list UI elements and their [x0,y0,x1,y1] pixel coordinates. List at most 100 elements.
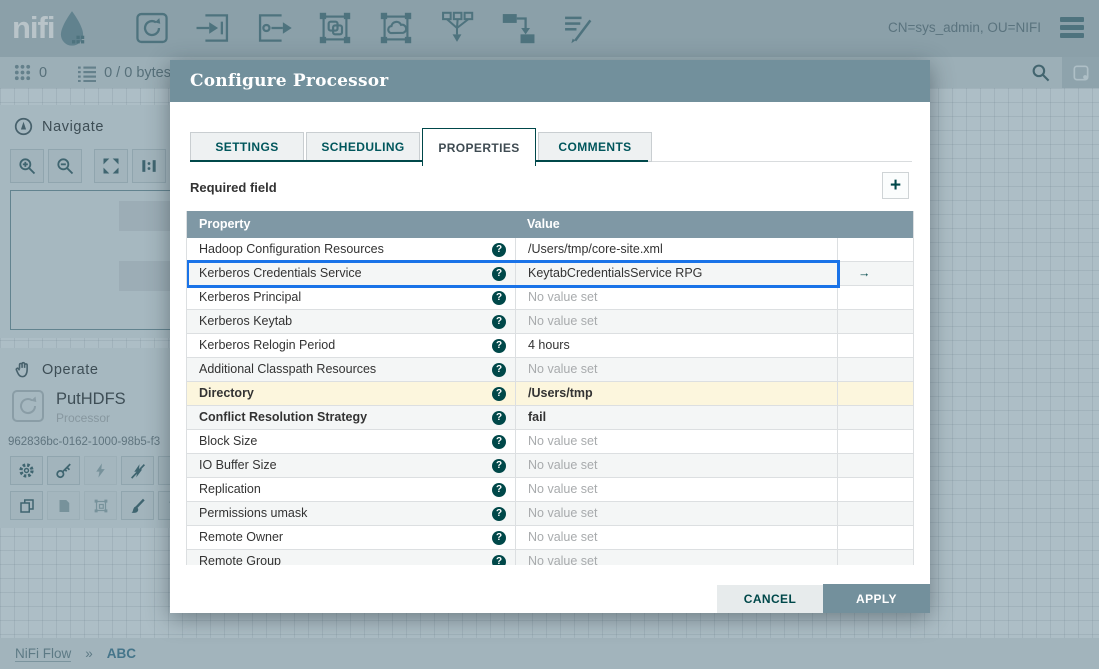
help-icon[interactable]: ? [492,411,506,425]
minimap-component [119,261,170,291]
property-row[interactable]: Remote Owner ? No value set → [187,526,913,550]
funnel-icon[interactable] [438,9,476,47]
template-icon[interactable] [499,9,537,47]
property-value[interactable]: No value set [528,530,597,544]
help-icon[interactable]: ? [492,315,506,329]
global-menu-icon[interactable] [1060,17,1084,41]
zoom-actual-button[interactable] [132,149,166,183]
copy-button[interactable] [10,491,43,520]
delete-button[interactable] [158,491,170,520]
copy-icon [18,497,36,515]
start-button[interactable] [158,456,170,485]
help-icon[interactable]: ? [492,507,506,521]
property-value[interactable]: No value set [528,362,597,376]
property-value[interactable]: 4 hours [528,338,570,352]
help-icon[interactable]: ? [492,435,506,449]
tab-settings[interactable]: SETTINGS [190,132,304,162]
property-row[interactable]: Replication ? No value set → [187,478,913,502]
property-row[interactable]: Remote Group ? No value set → [187,550,913,565]
property-row[interactable]: Additional Classpath Resources ? No valu… [187,358,913,382]
lightning-icon [92,462,109,479]
help-icon[interactable]: ? [492,459,506,473]
property-name: Block Size [199,430,257,453]
property-value[interactable]: No value set [528,290,597,304]
current-user: CN=sys_admin, OU=NIFI [888,20,1041,35]
property-value[interactable]: fail [528,410,546,424]
breadcrumb-separator: » [85,646,93,661]
selected-component-type: Processor [56,411,110,425]
access-policies-button[interactable] [47,456,80,485]
help-icon[interactable]: ? [492,363,506,377]
add-property-button[interactable]: + [882,172,909,199]
gear-icon [17,461,36,480]
group-button[interactable] [84,491,117,520]
enable-button[interactable] [84,456,117,485]
property-row[interactable]: Directory ? /Users/tmp → [187,382,913,406]
operate-palette: Operate PutHDFS Processor 962836bc-0162-… [0,348,170,528]
paste-button[interactable] [47,491,80,520]
compass-icon [14,117,33,136]
property-value[interactable]: No value set [528,314,597,328]
zoom-fit-button[interactable] [94,149,128,183]
change-color-button[interactable] [121,491,154,520]
component-toolbar [133,9,598,47]
paste-icon [55,497,73,515]
property-name: IO Buffer Size [199,454,277,477]
breadcrumb-root[interactable]: NiFi Flow [15,646,71,662]
property-value[interactable]: /Users/tmp [528,386,593,400]
property-name: Hadoop Configuration Resources [199,238,384,261]
go-to-service-icon[interactable]: → [850,266,871,280]
property-row[interactable]: IO Buffer Size ? No value set → [187,454,913,478]
property-row[interactable]: Kerberos Relogin Period ? 4 hours → [187,334,913,358]
property-value[interactable]: No value set [528,554,597,565]
property-name: Additional Classpath Resources [199,358,376,381]
property-row[interactable]: Kerberos Keytab ? No value set → [187,310,913,334]
tab-properties[interactable]: PROPERTIES [422,128,536,166]
property-name: Kerberos Credentials Service [199,262,362,285]
zoom-out-icon [55,156,75,176]
help-icon[interactable]: ? [492,555,506,566]
birdseye-minimap[interactable] [10,190,170,330]
help-icon[interactable]: ? [492,243,506,257]
search-button[interactable] [1018,57,1062,88]
apply-button[interactable]: APPLY [823,584,930,613]
properties-table: Property Value Hadoop Configuration Reso… [186,211,914,565]
property-row[interactable]: Kerberos Principal ? No value set → [187,286,913,310]
breadcrumb: NiFi Flow » ABC [0,638,1099,669]
help-icon[interactable]: ? [492,387,506,401]
configure-button[interactable] [10,456,43,485]
help-icon[interactable]: ? [492,483,506,497]
remote-process-group-icon[interactable] [377,9,415,47]
bulletin-board-button[interactable] [1062,57,1099,88]
property-value[interactable]: No value set [528,482,597,496]
property-value[interactable]: No value set [528,506,597,520]
cancel-button[interactable]: CANCEL [717,585,823,613]
property-row[interactable]: Hadoop Configuration Resources ? /Users/… [187,238,913,262]
property-row[interactable]: Conflict Resolution Strategy ? fail → [187,406,913,430]
property-name: Permissions umask [199,502,307,525]
property-value[interactable]: No value set [528,434,597,448]
selected-component-id[interactable]: 962836bc-0162-1000-98b5-f3 [8,436,160,448]
disable-button[interactable] [121,456,154,485]
help-icon[interactable]: ? [492,291,506,305]
tab-comments[interactable]: COMMENTS [538,132,652,162]
property-value[interactable]: No value set [528,458,597,472]
input-port-icon[interactable] [194,9,232,47]
navigate-title: Navigate [42,119,104,135]
property-value[interactable]: /Users/tmp/core-site.xml [528,242,663,256]
help-icon[interactable]: ? [492,339,506,353]
zoom-out-button[interactable] [48,149,82,183]
property-value[interactable]: KeytabCredentialsService RPG [528,266,702,280]
property-row[interactable]: Block Size ? No value set → [187,430,913,454]
tab-scheduling[interactable]: SCHEDULING [306,132,420,162]
property-name: Conflict Resolution Strategy [199,406,367,429]
help-icon[interactable]: ? [492,531,506,545]
process-group-icon[interactable] [316,9,354,47]
zoom-in-button[interactable] [10,149,44,183]
help-icon[interactable]: ? [492,267,506,281]
output-port-icon[interactable] [255,9,293,47]
processor-icon[interactable] [133,9,171,47]
label-icon[interactable] [560,9,598,47]
property-row[interactable]: Kerberos Credentials Service ? KeytabCre… [187,262,913,286]
property-row[interactable]: Permissions umask ? No value set → [187,502,913,526]
